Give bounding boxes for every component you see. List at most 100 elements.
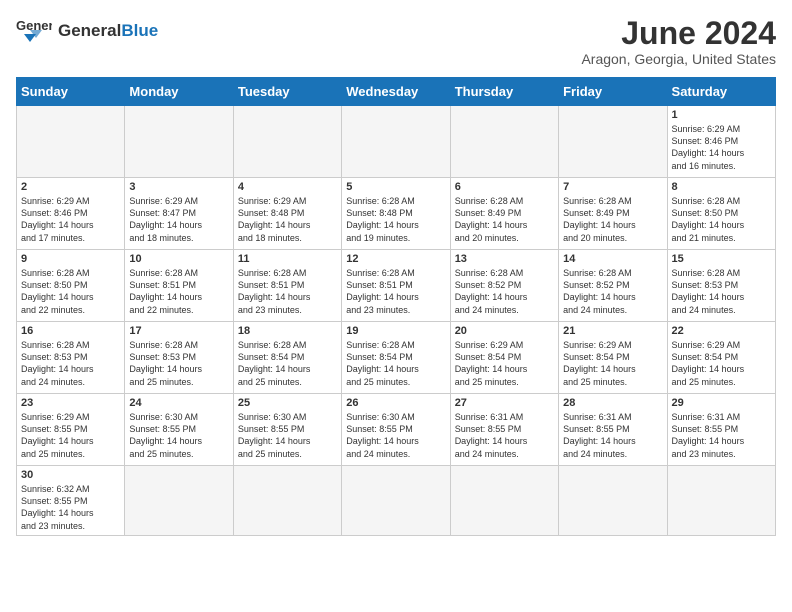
title-block: June 2024 Aragon, Georgia, United States [581, 16, 776, 67]
day-number: 9 [21, 253, 120, 265]
day-number: 3 [129, 181, 228, 193]
page: General GeneralBlue June 2024 Aragon, Ge… [0, 0, 792, 546]
day-info: Sunrise: 6:30 AM Sunset: 8:55 PM Dayligh… [238, 411, 337, 460]
weekday-header-wednesday: Wednesday [342, 78, 450, 106]
calendar-cell: 4 Sunrise: 6:29 AM Sunset: 8:48 PM Daylig… [233, 178, 341, 250]
calendar-cell [233, 106, 341, 178]
day-number: 19 [346, 325, 445, 337]
calendar-cell: 3 Sunrise: 6:29 AM Sunset: 8:47 PM Daylig… [125, 178, 233, 250]
day-info: Sunrise: 6:28 AM Sunset: 8:49 PM Dayligh… [455, 195, 554, 244]
day-number: 30 [21, 469, 120, 481]
calendar-cell: 11Sunrise: 6:28 AM Sunset: 8:51 PM Dayli… [233, 250, 341, 322]
week-row-3: 16 Sunrise: 6:28 AM Sunset: 8:53 PM Dayli… [17, 322, 776, 394]
weekday-header-sunday: Sunday [17, 78, 125, 106]
day-number: 25 [238, 397, 337, 409]
day-number: 22 [672, 325, 771, 337]
day-number: 16 [21, 325, 120, 337]
calendar-cell [125, 466, 233, 536]
location: Aragon, Georgia, United States [581, 51, 776, 67]
day-number: 8 [672, 181, 771, 193]
day-info: Sunrise: 6:31 AM Sunset: 8:55 PM Dayligh… [563, 411, 662, 460]
calendar-cell: 25 Sunrise: 6:30 AM Sunset: 8:55 PM Dayli… [233, 394, 341, 466]
calendar-cell: 18 Sunrise: 6:28 AM Sunset: 8:54 PM Dayli… [233, 322, 341, 394]
day-number: 12 [346, 253, 445, 265]
day-info: Sunrise: 6:28 AM Sunset: 8:51 PM Dayligh… [346, 267, 445, 316]
day-info: Sunrise: 6:28 AM Sunset: 8:53 PM Dayligh… [21, 339, 120, 388]
header: General GeneralBlue June 2024 Aragon, Ge… [16, 16, 776, 67]
calendar-cell: 22 Sunrise: 6:29 AM Sunset: 8:54 PM Dayli… [667, 322, 775, 394]
day-number: 23 [21, 397, 120, 409]
day-info: Sunrise: 6:31 AM Sunset: 8:55 PM Dayligh… [672, 411, 771, 460]
day-info: Sunrise: 6:29 AM Sunset: 8:48 PM Dayligh… [238, 195, 337, 244]
day-number: 27 [455, 397, 554, 409]
calendar-cell: 2Sunrise: 6:29 AM Sunset: 8:46 PM Daylig… [17, 178, 125, 250]
week-row-1: 2Sunrise: 6:29 AM Sunset: 8:46 PM Daylig… [17, 178, 776, 250]
day-number: 20 [455, 325, 554, 337]
day-info: Sunrise: 6:28 AM Sunset: 8:49 PM Dayligh… [563, 195, 662, 244]
day-info: Sunrise: 6:29 AM Sunset: 8:54 PM Dayligh… [455, 339, 554, 388]
day-info: Sunrise: 6:30 AM Sunset: 8:55 PM Dayligh… [129, 411, 228, 460]
calendar-cell: 21 Sunrise: 6:29 AM Sunset: 8:54 PM Dayli… [559, 322, 667, 394]
calendar-cell: 30Sunrise: 6:32 AM Sunset: 8:55 PM Dayli… [17, 466, 125, 536]
day-number: 18 [238, 325, 337, 337]
day-info: Sunrise: 6:29 AM Sunset: 8:55 PM Dayligh… [21, 411, 120, 460]
week-row-2: 9 Sunrise: 6:28 AM Sunset: 8:50 PM Daylig… [17, 250, 776, 322]
weekday-header-tuesday: Tuesday [233, 78, 341, 106]
day-info: Sunrise: 6:29 AM Sunset: 8:46 PM Dayligh… [672, 123, 771, 172]
day-info: Sunrise: 6:28 AM Sunset: 8:53 PM Dayligh… [129, 339, 228, 388]
calendar-cell: 27 Sunrise: 6:31 AM Sunset: 8:55 PM Dayli… [450, 394, 558, 466]
day-number: 24 [129, 397, 228, 409]
calendar-cell [125, 106, 233, 178]
logo-general-text: GeneralBlue [58, 22, 158, 39]
calendar-cell: 6 Sunrise: 6:28 AM Sunset: 8:49 PM Daylig… [450, 178, 558, 250]
calendar-cell: 15 Sunrise: 6:28 AM Sunset: 8:53 PM Dayli… [667, 250, 775, 322]
day-info: Sunrise: 6:30 AM Sunset: 8:55 PM Dayligh… [346, 411, 445, 460]
calendar-cell: 10Sunrise: 6:28 AM Sunset: 8:51 PM Dayli… [125, 250, 233, 322]
day-info: Sunrise: 6:31 AM Sunset: 8:55 PM Dayligh… [455, 411, 554, 460]
calendar-cell [342, 106, 450, 178]
day-info: Sunrise: 6:29 AM Sunset: 8:54 PM Dayligh… [672, 339, 771, 388]
week-row-0: 1 Sunrise: 6:29 AM Sunset: 8:46 PM Daylig… [17, 106, 776, 178]
day-number: 14 [563, 253, 662, 265]
calendar-cell [17, 106, 125, 178]
calendar-cell: 20 Sunrise: 6:29 AM Sunset: 8:54 PM Dayli… [450, 322, 558, 394]
day-number: 21 [563, 325, 662, 337]
day-number: 1 [672, 109, 771, 121]
week-row-5: 30Sunrise: 6:32 AM Sunset: 8:55 PM Dayli… [17, 466, 776, 536]
calendar-cell: 7 Sunrise: 6:28 AM Sunset: 8:49 PM Daylig… [559, 178, 667, 250]
day-number: 17 [129, 325, 228, 337]
day-number: 4 [238, 181, 337, 193]
calendar-cell [450, 106, 558, 178]
day-info: Sunrise: 6:28 AM Sunset: 8:48 PM Dayligh… [346, 195, 445, 244]
day-info: Sunrise: 6:29 AM Sunset: 8:46 PM Dayligh… [21, 195, 120, 244]
day-info: Sunrise: 6:28 AM Sunset: 8:50 PM Dayligh… [21, 267, 120, 316]
calendar-cell: 12 Sunrise: 6:28 AM Sunset: 8:51 PM Dayli… [342, 250, 450, 322]
day-info: Sunrise: 6:29 AM Sunset: 8:54 PM Dayligh… [563, 339, 662, 388]
day-info: Sunrise: 6:29 AM Sunset: 8:47 PM Dayligh… [129, 195, 228, 244]
day-number: 28 [563, 397, 662, 409]
logo: General GeneralBlue [16, 16, 158, 44]
day-number: 10 [129, 253, 228, 265]
day-info: Sunrise: 6:28 AM Sunset: 8:52 PM Dayligh… [563, 267, 662, 316]
calendar-table: SundayMondayTuesdayWednesdayThursdayFrid… [16, 77, 776, 536]
weekday-header-friday: Friday [559, 78, 667, 106]
day-info: Sunrise: 6:28 AM Sunset: 8:52 PM Dayligh… [455, 267, 554, 316]
calendar-cell: 1 Sunrise: 6:29 AM Sunset: 8:46 PM Daylig… [667, 106, 775, 178]
calendar-cell: 26Sunrise: 6:30 AM Sunset: 8:55 PM Dayli… [342, 394, 450, 466]
calendar-cell: 24 Sunrise: 6:30 AM Sunset: 8:55 PM Dayli… [125, 394, 233, 466]
day-info: Sunrise: 6:28 AM Sunset: 8:50 PM Dayligh… [672, 195, 771, 244]
day-info: Sunrise: 6:28 AM Sunset: 8:53 PM Dayligh… [672, 267, 771, 316]
calendar-cell: 29 Sunrise: 6:31 AM Sunset: 8:55 PM Dayli… [667, 394, 775, 466]
week-row-4: 23 Sunrise: 6:29 AM Sunset: 8:55 PM Dayli… [17, 394, 776, 466]
weekday-header-thursday: Thursday [450, 78, 558, 106]
day-number: 15 [672, 253, 771, 265]
day-number: 29 [672, 397, 771, 409]
calendar-cell [559, 106, 667, 178]
day-number: 6 [455, 181, 554, 193]
generalblue-logo-icon: General [16, 16, 52, 44]
day-number: 7 [563, 181, 662, 193]
day-info: Sunrise: 6:28 AM Sunset: 8:54 PM Dayligh… [346, 339, 445, 388]
calendar-cell: 19 Sunrise: 6:28 AM Sunset: 8:54 PM Dayli… [342, 322, 450, 394]
day-info: Sunrise: 6:28 AM Sunset: 8:51 PM Dayligh… [238, 267, 337, 316]
day-info: Sunrise: 6:28 AM Sunset: 8:54 PM Dayligh… [238, 339, 337, 388]
